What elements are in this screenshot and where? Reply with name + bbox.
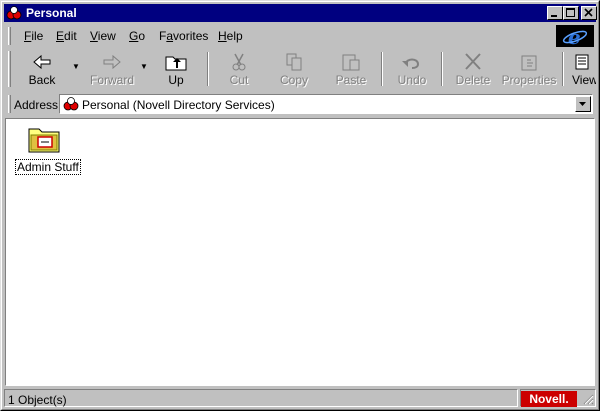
folder-icon bbox=[28, 128, 60, 153]
undo-icon bbox=[402, 58, 420, 69]
menubar-grip[interactable] bbox=[8, 27, 11, 45]
address-label: Address bbox=[14, 98, 59, 112]
window-title: Personal bbox=[26, 6, 77, 20]
scissors-icon bbox=[232, 53, 246, 71]
up-button[interactable]: Up bbox=[150, 48, 202, 90]
address-dropdown-button[interactable] bbox=[575, 96, 591, 112]
menu-favorites[interactable]: Favorites bbox=[159, 29, 208, 43]
novell-network-icon bbox=[63, 97, 79, 111]
back-button[interactable]: Back bbox=[14, 48, 70, 90]
address-bar: Address Personal (Novell Directory Servi… bbox=[4, 92, 596, 116]
address-field[interactable]: Personal (Novell Directory Services) bbox=[59, 94, 593, 114]
minimize-icon bbox=[551, 15, 557, 17]
toolbar-separator bbox=[562, 52, 564, 86]
close-icon bbox=[584, 8, 593, 17]
menu-bar: File Edit View Go Favorites Help bbox=[4, 24, 596, 46]
status-pane-brand: Novell. bbox=[520, 389, 596, 407]
back-arrow-icon bbox=[33, 54, 51, 70]
title-bar[interactable]: Personal bbox=[4, 4, 597, 22]
views-button[interactable]: Views bbox=[568, 48, 596, 90]
ie-logo-icon: e bbox=[562, 25, 588, 49]
forward-dropdown-icon[interactable]: ▼ bbox=[140, 62, 148, 71]
cut-button[interactable]: Cut bbox=[214, 48, 264, 90]
resize-grip-icon[interactable] bbox=[582, 393, 594, 405]
toolbar-separator bbox=[207, 52, 209, 86]
svg-text:e: e bbox=[568, 25, 581, 47]
ie-logo: e bbox=[556, 25, 594, 49]
forward-button[interactable]: Forward bbox=[84, 48, 140, 90]
close-button[interactable] bbox=[581, 6, 597, 20]
menu-help[interactable]: Help bbox=[218, 29, 243, 43]
menu-view[interactable]: View bbox=[90, 29, 116, 43]
maximize-icon bbox=[566, 8, 575, 17]
properties-button[interactable]: Properties bbox=[499, 48, 559, 90]
properties-icon bbox=[521, 55, 537, 71]
toolbar-separator bbox=[381, 52, 383, 86]
menu-edit[interactable]: Edit bbox=[56, 29, 77, 43]
paste-icon bbox=[342, 54, 360, 71]
explorer-window: Personal File Edit View Go Favorites Hel… bbox=[0, 0, 600, 411]
standard-toolbar: Back ▼ Forward ▼ Up Cut Copy Paste Undo … bbox=[4, 48, 596, 90]
delete-x-icon bbox=[465, 53, 481, 70]
folder-item-label: Admin Stuff bbox=[15, 159, 81, 175]
forward-arrow-icon bbox=[103, 54, 121, 70]
address-value: Personal (Novell Directory Services) bbox=[82, 98, 275, 112]
paste-button[interactable]: Paste bbox=[324, 48, 378, 90]
copy-button[interactable]: Copy bbox=[266, 48, 322, 90]
chevron-down-icon bbox=[579, 102, 586, 106]
minimize-button[interactable] bbox=[547, 6, 563, 20]
addressbar-grip[interactable] bbox=[8, 95, 11, 113]
novell-network-icon bbox=[6, 6, 22, 20]
maximize-button[interactable] bbox=[563, 6, 579, 20]
folder-item[interactable]: Admin Stuff bbox=[15, 125, 81, 177]
toolbar-grip[interactable] bbox=[8, 51, 11, 87]
object-count: 1 Object(s) bbox=[8, 393, 67, 407]
back-dropdown-icon[interactable]: ▼ bbox=[72, 62, 80, 71]
menu-go[interactable]: Go bbox=[129, 29, 145, 43]
delete-button[interactable]: Delete bbox=[447, 48, 499, 90]
up-folder-icon bbox=[165, 56, 187, 71]
status-pane: 1 Object(s) bbox=[4, 389, 518, 407]
folder-view[interactable]: Admin Stuff bbox=[5, 118, 595, 386]
menu-file[interactable]: File bbox=[24, 29, 43, 43]
novell-logo: Novell. bbox=[521, 391, 577, 407]
copy-icon bbox=[286, 53, 302, 71]
toolbar-separator bbox=[441, 52, 443, 86]
undo-button[interactable]: Undo bbox=[387, 48, 437, 90]
status-bar: 1 Object(s) Novell. bbox=[4, 389, 596, 409]
views-icon bbox=[575, 54, 589, 70]
